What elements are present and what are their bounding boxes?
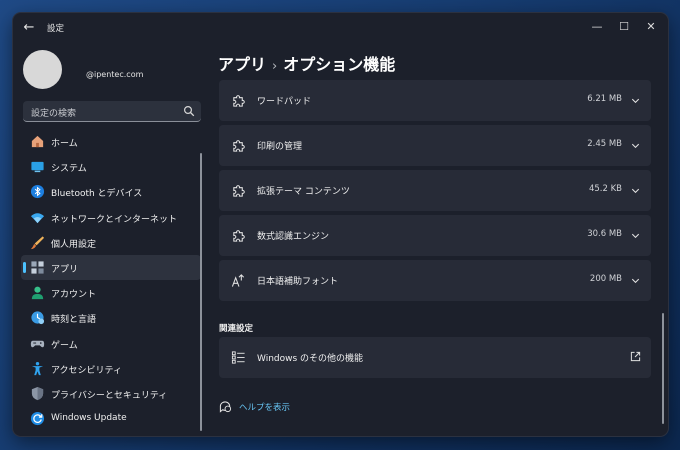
accessibility-icon (31, 361, 44, 375)
windows-update-icon (30, 412, 45, 426)
sidebar-scrollbar[interactable] (200, 153, 202, 431)
feature-card-math-recognizer[interactable]: 数式認識エンジン 30.6 MB (219, 215, 651, 256)
other-features-label: Windows のその他の機能 (257, 354, 364, 364)
chevron-down-icon[interactable] (630, 95, 641, 106)
gaming-icon (30, 340, 45, 347)
time-language-icon (31, 311, 45, 325)
network-icon (30, 212, 45, 223)
sidebar-item-label: 個人用設定 (51, 239, 97, 250)
sidebar-item-apps[interactable]: アプリ (21, 254, 201, 281)
list-icon (231, 351, 245, 364)
chevron-down-icon[interactable] (630, 275, 641, 286)
feature-size: 2.45 MB (587, 139, 622, 149)
settings-window: ← 設定 — ☐ ✕ @ipentec.com 設定の検索 ホーム システム B… (13, 13, 668, 436)
breadcrumb-separator: › (272, 59, 278, 74)
sidebar-item-personalization[interactable]: 個人用設定 (21, 230, 201, 255)
feature-size: 6.21 MB (587, 94, 622, 104)
avatar[interactable] (23, 50, 62, 89)
feature-card-japanese-supplemental-fonts[interactable]: 日本語補助フォント 200 MB (219, 260, 651, 301)
sidebar-item-label: プライバシーとセキュリティ (51, 390, 168, 401)
sidebar-item-label: アカウント (51, 290, 97, 301)
sidebar-item-bluetooth[interactable]: Bluetooth とデバイス (21, 179, 201, 204)
back-button[interactable]: ← (19, 19, 39, 37)
sidebar-item-accessibility[interactable]: アクセシビリティ (21, 356, 201, 381)
privacy-icon (31, 386, 44, 400)
search-input[interactable]: 設定の検索 (23, 101, 201, 122)
sidebar-item-label: 時刻と言語 (51, 315, 97, 326)
search-placeholder: 設定の検索 (31, 109, 77, 119)
sidebar-item-label: システム (51, 164, 87, 175)
account-icon (31, 286, 44, 300)
feature-name: 数式認識エンジン (257, 232, 330, 242)
sidebar-item-label: Bluetooth とデバイス (51, 189, 143, 200)
sidebar-item-label: ネットワークとインターネット (51, 214, 178, 225)
feature-size: 30.6 MB (587, 229, 622, 239)
close-button[interactable]: ✕ (638, 17, 664, 37)
feature-size: 45.2 KB (588, 184, 622, 194)
sidebar-item-home[interactable]: ホーム (21, 129, 201, 154)
apps-icon (31, 261, 44, 274)
content-scrollbar[interactable] (662, 313, 664, 424)
puzzle-icon (233, 230, 245, 242)
other-windows-features-link[interactable]: Windows のその他の機能 (219, 337, 651, 378)
sidebar-item-label: アプリ (51, 264, 79, 275)
related-settings-heading: 関連設定 (219, 324, 254, 334)
chevron-down-icon[interactable] (630, 230, 641, 241)
account-email: @ipentec.com (86, 70, 144, 79)
sidebar-item-windows-update[interactable]: Windows Update (21, 406, 201, 431)
breadcrumb-current: オプション機能 (283, 55, 396, 74)
feature-name: 拡張テーマ コンテンツ (257, 187, 350, 197)
sidebar-item-label: ゲーム (51, 340, 78, 351)
sidebar-item-gaming[interactable]: ゲーム (21, 331, 201, 356)
feature-card-print-management[interactable]: 印刷の管理 2.45 MB (219, 125, 651, 166)
home-icon (31, 135, 44, 148)
feature-name: ワードパッド (257, 97, 312, 107)
system-icon (31, 162, 44, 173)
bluetooth-icon (30, 185, 45, 199)
help-label: ヘルプを表示 (239, 403, 291, 413)
chevron-down-icon[interactable] (630, 185, 641, 196)
sidebar-item-system[interactable]: システム (21, 154, 201, 179)
title-bar: ← 設定 — ☐ ✕ (13, 13, 668, 43)
sidebar-item-label: ホーム (51, 139, 78, 149)
chevron-down-icon[interactable] (630, 140, 641, 151)
breadcrumb-parent[interactable]: アプリ (218, 55, 266, 74)
puzzle-icon (233, 140, 245, 152)
external-link-icon (630, 351, 641, 362)
help-chat-icon (219, 401, 232, 413)
feature-card-extended-theme-content[interactable]: 拡張テーマ コンテンツ 45.2 KB (219, 170, 651, 211)
font-icon (231, 274, 245, 287)
feature-size: 200 MB (589, 274, 622, 284)
sidebar-item-time-language[interactable]: 時刻と言語 (21, 305, 201, 330)
page-title: アプリ › オプション機能 (218, 51, 395, 75)
feature-name: 日本語補助フォント (257, 277, 339, 287)
minimize-button[interactable]: — (584, 17, 610, 37)
puzzle-icon (233, 185, 245, 197)
puzzle-icon (233, 95, 245, 107)
personalization-icon (30, 236, 45, 249)
feature-name: 印刷の管理 (257, 142, 303, 152)
sidebar-item-privacy[interactable]: プライバシーとセキュリティ (21, 381, 201, 406)
sidebar-item-accounts[interactable]: アカウント (21, 280, 201, 305)
sidebar-nav: ホーム システム Bluetooth とデバイス ネットワークとインターネット (21, 129, 201, 431)
feature-card-wordpad[interactable]: ワードパッド 6.21 MB (219, 80, 651, 121)
search-icon[interactable] (183, 105, 195, 117)
sidebar-item-label: アクセシビリティ (51, 365, 123, 376)
sidebar-item-network[interactable]: ネットワークとインターネット (21, 205, 201, 230)
app-title: 設定 (47, 24, 65, 34)
sidebar-item-label: Windows Update (51, 413, 127, 424)
maximize-button[interactable]: ☐ (611, 17, 637, 37)
